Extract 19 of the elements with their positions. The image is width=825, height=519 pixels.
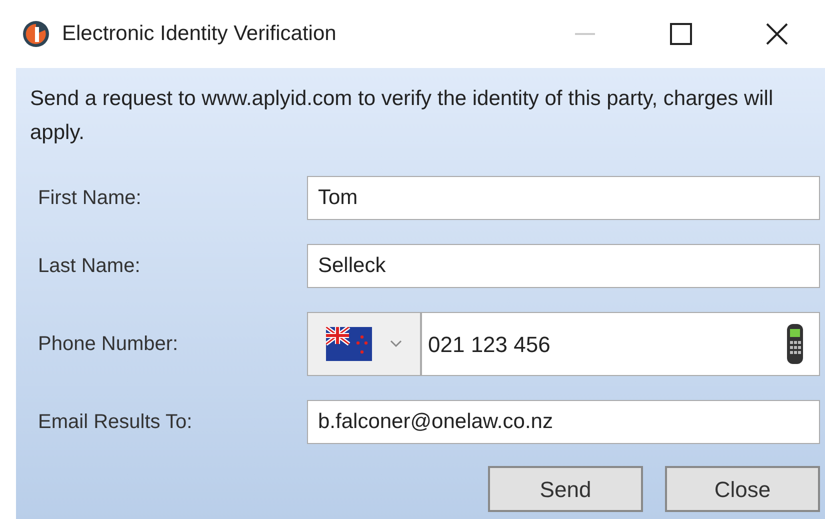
- maximize-icon: [670, 23, 692, 45]
- field-label: Phone Number:: [37, 332, 180, 357]
- field-label: Last Name:: [37, 254, 142, 279]
- field-label: First Name:: [37, 186, 142, 211]
- window-title: Electronic Identity Verification: [62, 21, 336, 48]
- input-field[interactable]: b.falconer@onelaw.co.nz: [307, 400, 820, 444]
- country-dropdown[interactable]: [308, 313, 422, 375]
- input-field[interactable]: Tom: [307, 176, 820, 220]
- flag-icon: [326, 327, 372, 361]
- app-logo-icon: [22, 20, 50, 48]
- minimize-icon: [575, 33, 595, 35]
- close-icon: [766, 23, 788, 45]
- instruction-text: Send a request to www.aplyid.com to verify the identity of this party, charges will apply.: [30, 86, 774, 146]
- dialog-button[interactable]: Close: [665, 466, 820, 512]
- field-label: Email Results To:: [37, 410, 194, 435]
- caret-icon: [390, 340, 402, 348]
- phone-field[interactable]: 021 123 456: [307, 312, 820, 376]
- dialog-button[interactable]: Send: [488, 466, 643, 512]
- input-field[interactable]: Selleck: [307, 244, 820, 288]
